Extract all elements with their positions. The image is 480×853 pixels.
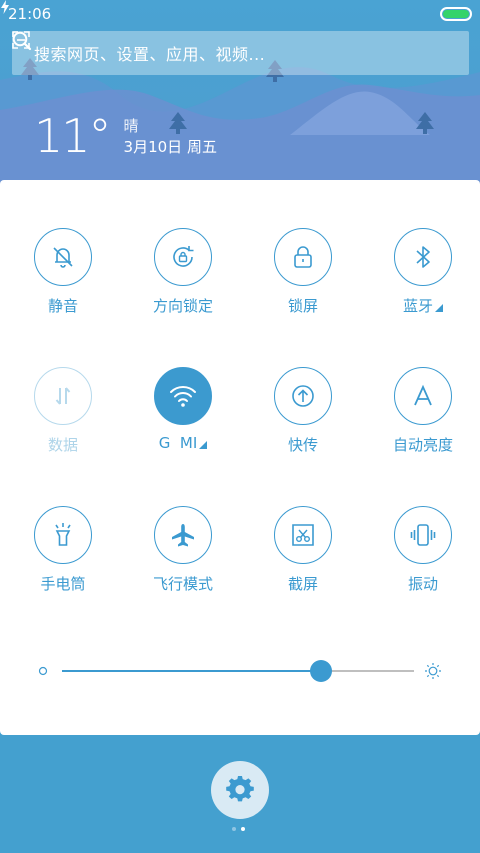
toggle-wifi[interactable]: G MI [126, 367, 240, 506]
toggle-rotation-lock[interactable]: 方向锁定 [126, 228, 240, 367]
page-indicator [232, 827, 245, 831]
search-bar[interactable]: 搜索网页、设置、应用、视频... [12, 31, 469, 75]
search-placeholder[interactable]: 搜索网页、设置、应用、视频... [34, 41, 457, 65]
toggle-label: 截屏 [287, 575, 318, 593]
more-options-indicator [199, 441, 208, 449]
toggle-label: 数据 [47, 436, 78, 454]
clock: 21:06 [8, 5, 52, 23]
auto-brightness-icon [414, 384, 432, 406]
gear-icon [226, 776, 254, 802]
airplane-icon [172, 524, 194, 547]
toggle-bluetooth[interactable]: 蓝牙 [366, 228, 480, 367]
toggle-label: 飞行模式 [152, 575, 213, 593]
page-dot-current [241, 827, 245, 831]
scan-icon[interactable] [12, 31, 30, 49]
toggle-label: 方向锁定 [152, 297, 213, 315]
screenshot-icon [292, 524, 314, 546]
brightness-low-icon [38, 666, 48, 676]
weather-widget[interactable]: 11° 晴 3月10日 周五 [34, 110, 217, 162]
page-dot [232, 827, 236, 831]
quick-transfer-icon [292, 385, 314, 407]
brightness-fill [62, 670, 321, 672]
toggle-mobile-data[interactable]: 数据 [6, 367, 120, 506]
data-arrows-icon [55, 387, 71, 405]
bluetooth-icon [416, 246, 430, 268]
toggle-auto-brightness[interactable]: 自动亮度 [366, 367, 480, 506]
wifi-icon [170, 386, 196, 407]
toggle-label: 静音 [47, 297, 78, 315]
toggle-label: 手电筒 [40, 575, 86, 593]
toggle-flashlight[interactable]: 手电筒 [6, 506, 120, 645]
temperature: 11° [34, 109, 112, 163]
toggle-label: 自动亮度 [392, 436, 453, 454]
weather-scene: 21:06 搜索网页、设置、应用、视频... 11° 晴 3月10日 周五 [0, 0, 480, 200]
more-options-indicator [435, 303, 443, 312]
battery-level [443, 10, 469, 18]
toggle-airplane-mode[interactable]: 飞行模式 [126, 506, 240, 645]
toggle-lock-screen[interactable]: 锁屏 [246, 228, 360, 367]
brightness-high-icon [425, 663, 441, 679]
toggle-label: 快传 [287, 436, 318, 454]
weather-date: 3月10日 周五 [123, 138, 217, 156]
battery-icon [440, 7, 472, 21]
toggle-label: 振动 [407, 575, 438, 593]
brightness-thumb[interactable] [309, 660, 332, 682]
toggle-screenshot[interactable]: 截屏 [246, 506, 360, 645]
toggle-vibrate[interactable]: 振动 [366, 506, 480, 645]
toggle-quick-transfer[interactable]: 快传 [246, 367, 360, 506]
toggle-mute[interactable]: 静音 [6, 228, 120, 367]
toggle-label: 锁屏 [287, 297, 318, 315]
charging-bolt-icon [1, 0, 9, 14]
toggle-label: 蓝牙 [402, 297, 433, 315]
padlock-icon [294, 246, 312, 268]
brightness-track[interactable] [62, 660, 414, 682]
status-bar: 21:06 [0, 0, 480, 28]
quick-settings-panel: 静音 方向锁定 锁屏 蓝牙 数据 G MI 快传 自动亮度 手电筒 飞行模式 截… [0, 180, 480, 735]
wifi-network-name: G MI [158, 434, 198, 452]
vibrate-icon [410, 524, 436, 546]
flashlight-icon [55, 523, 71, 546]
bell-off-icon [53, 247, 73, 268]
mountain-illustration [0, 58, 480, 200]
toggle-grid: 静音 方向锁定 锁屏 蓝牙 数据 G MI 快传 自动亮度 手电筒 飞行模式 截… [0, 228, 480, 645]
rotation-lock-icon [173, 246, 194, 267]
weather-condition: 晴 [123, 117, 139, 135]
settings-button[interactable] [211, 761, 269, 819]
brightness-slider[interactable] [38, 658, 442, 684]
